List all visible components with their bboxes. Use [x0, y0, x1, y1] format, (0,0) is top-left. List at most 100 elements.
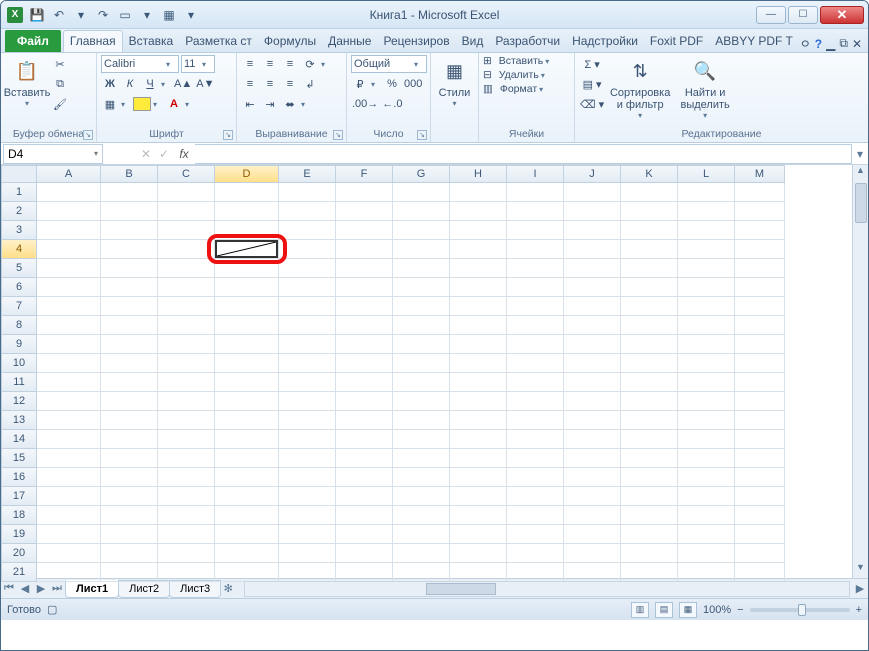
cell-A3[interactable]	[37, 221, 101, 240]
row-header-18[interactable]: 18	[1, 506, 37, 525]
ribbon-tab-7[interactable]: Разработчи	[489, 30, 566, 52]
ribbon-tab-2[interactable]: Разметка ст	[179, 30, 258, 52]
cell-B5[interactable]	[101, 259, 158, 278]
cell-L12[interactable]	[678, 392, 735, 411]
cell-F12[interactable]	[336, 392, 393, 411]
cell-I4[interactable]	[507, 240, 564, 259]
increase-decimal-icon[interactable]: .00→	[351, 95, 379, 113]
cell-H20[interactable]	[450, 544, 507, 563]
cell-B21[interactable]	[101, 563, 158, 582]
cell-B11[interactable]	[101, 373, 158, 392]
window-maximize-button[interactable]: ☐	[788, 6, 818, 24]
cell-F18[interactable]	[336, 506, 393, 525]
cell-J2[interactable]	[564, 202, 621, 221]
cell-M20[interactable]	[735, 544, 785, 563]
zoom-level[interactable]: 100%	[703, 604, 731, 616]
cell-J16[interactable]	[564, 468, 621, 487]
cell-E2[interactable]	[279, 202, 336, 221]
cell-B19[interactable]	[101, 525, 158, 544]
cell-E21[interactable]	[279, 563, 336, 582]
row-header-11[interactable]: 11	[1, 373, 37, 392]
cell-C14[interactable]	[158, 430, 215, 449]
cell-B13[interactable]	[101, 411, 158, 430]
cell-D7[interactable]	[215, 297, 279, 316]
cell-H19[interactable]	[450, 525, 507, 544]
cell-I6[interactable]	[507, 278, 564, 297]
cell-B1[interactable]	[101, 183, 158, 202]
clear-icon[interactable]: ⌫ ▾	[579, 95, 605, 113]
cell-A18[interactable]	[37, 506, 101, 525]
cell-L9[interactable]	[678, 335, 735, 354]
cell-B7[interactable]	[101, 297, 158, 316]
ribbon-tab-3[interactable]: Формулы	[258, 30, 322, 52]
vscroll-thumb[interactable]	[855, 183, 867, 223]
cell-J6[interactable]	[564, 278, 621, 297]
align-top-icon[interactable]: ≡	[241, 55, 259, 73]
cell-D14[interactable]	[215, 430, 279, 449]
font-color-button[interactable]: A	[165, 95, 183, 113]
cell-L10[interactable]	[678, 354, 735, 373]
cell-I14[interactable]	[507, 430, 564, 449]
doc-minimize-icon[interactable]: ▁	[826, 37, 835, 51]
cell-G1[interactable]	[393, 183, 450, 202]
row-header-14[interactable]: 14	[1, 430, 37, 449]
cell-E18[interactable]	[279, 506, 336, 525]
cell-J17[interactable]	[564, 487, 621, 506]
cell-E20[interactable]	[279, 544, 336, 563]
decrease-decimal-icon[interactable]: ←.0	[381, 95, 403, 113]
cell-A13[interactable]	[37, 411, 101, 430]
cell-E15[interactable]	[279, 449, 336, 468]
cell-J19[interactable]	[564, 525, 621, 544]
cell-H15[interactable]	[450, 449, 507, 468]
styles-button[interactable]: ▦ Стили▾	[435, 55, 474, 110]
cell-J1[interactable]	[564, 183, 621, 202]
cell-J10[interactable]	[564, 354, 621, 373]
hscroll-thumb[interactable]	[426, 583, 496, 595]
percent-icon[interactable]: %	[383, 75, 401, 93]
cell-A21[interactable]	[37, 563, 101, 582]
cell-A12[interactable]	[37, 392, 101, 411]
cell-E8[interactable]	[279, 316, 336, 335]
cell-F14[interactable]	[336, 430, 393, 449]
cell-D9[interactable]	[215, 335, 279, 354]
cell-G8[interactable]	[393, 316, 450, 335]
cell-K7[interactable]	[621, 297, 678, 316]
cell-L3[interactable]	[678, 221, 735, 240]
cell-F13[interactable]	[336, 411, 393, 430]
zoom-knob[interactable]	[798, 604, 806, 616]
cell-L5[interactable]	[678, 259, 735, 278]
formula-input[interactable]	[195, 144, 852, 164]
cell-G19[interactable]	[393, 525, 450, 544]
cell-C10[interactable]	[158, 354, 215, 373]
cell-J14[interactable]	[564, 430, 621, 449]
ribbon-tab-5[interactable]: Рецензиров	[377, 30, 455, 52]
cell-G2[interactable]	[393, 202, 450, 221]
cell-D8[interactable]	[215, 316, 279, 335]
cell-H17[interactable]	[450, 487, 507, 506]
increase-indent-icon[interactable]: ⇥	[261, 95, 279, 113]
cell-C6[interactable]	[158, 278, 215, 297]
cell-C19[interactable]	[158, 525, 215, 544]
font-name-combo[interactable]: Calibri▾	[101, 55, 179, 73]
qat-redo-icon[interactable]: ↷	[93, 5, 113, 25]
col-header-K[interactable]: K	[621, 165, 678, 183]
cell-E9[interactable]	[279, 335, 336, 354]
macro-record-icon[interactable]: ▢	[47, 603, 57, 616]
cell-L20[interactable]	[678, 544, 735, 563]
scroll-up-icon[interactable]: ▲	[856, 165, 865, 181]
cell-F21[interactable]	[336, 563, 393, 582]
cell-B16[interactable]	[101, 468, 158, 487]
align-right-icon[interactable]: ≡	[281, 75, 299, 93]
cell-G3[interactable]	[393, 221, 450, 240]
qat-save-icon[interactable]: 💾	[27, 5, 47, 25]
cell-F3[interactable]	[336, 221, 393, 240]
row-header-7[interactable]: 7	[1, 297, 37, 316]
cell-H16[interactable]	[450, 468, 507, 487]
cell-B10[interactable]	[101, 354, 158, 373]
cell-K18[interactable]	[621, 506, 678, 525]
row-header-2[interactable]: 2	[1, 202, 37, 221]
cell-M6[interactable]	[735, 278, 785, 297]
cell-J21[interactable]	[564, 563, 621, 582]
new-sheet-icon[interactable]: ✻	[220, 582, 236, 595]
row-header-5[interactable]: 5	[1, 259, 37, 278]
